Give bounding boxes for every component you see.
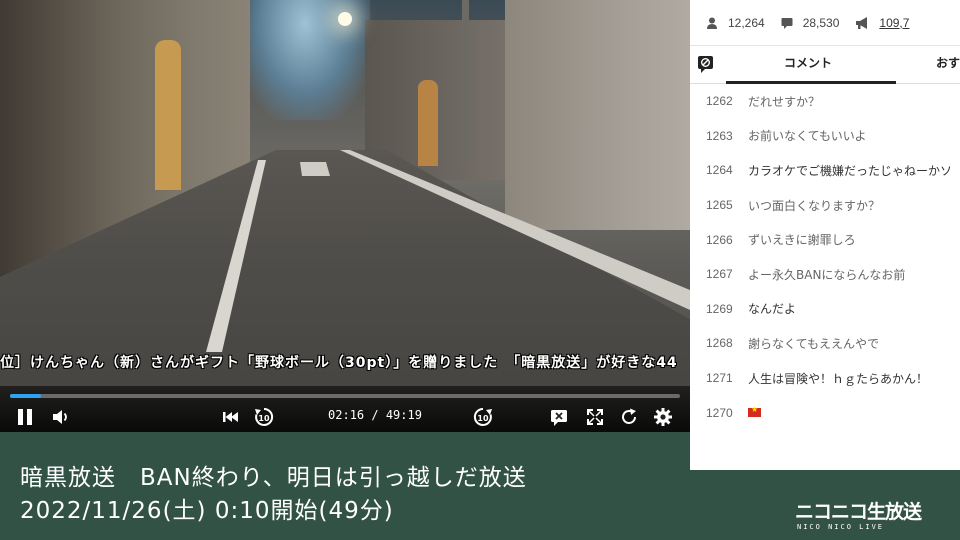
comment-count: 28,530 (781, 15, 840, 30)
niconico-live-logo: ニコニコ生放送 NICO NICO LIVE (795, 497, 935, 537)
comment-row[interactable]: 1264 カラオケでご機嫌だったじゃねーかソ (690, 153, 960, 188)
comment-number: 1262 (706, 94, 733, 109)
comment-number: 1264 (706, 163, 733, 178)
broadcast-title: 暗黒放送 BAN終わり、明日は引っ越しだ放送 (20, 465, 527, 491)
comment-number: 1267 (706, 267, 733, 282)
viewer-count: 12,264 (706, 16, 765, 30)
comment-number: 1263 (706, 128, 733, 143)
logo-subtext: NICO NICO LIVE (797, 523, 885, 531)
pause-button[interactable] (14, 406, 36, 428)
comment-text: よー永久BANにならんなお前 (748, 267, 906, 282)
comment-row[interactable]: 1271 人生は冒険や！ｈｇたらあかん！ (690, 361, 960, 396)
ad-count[interactable]: 109,7 (855, 16, 909, 30)
logo-text: ニコニコ生放送 (795, 501, 922, 523)
ad-count-value[interactable]: 109,7 (879, 16, 909, 30)
comment-panel: 12,264 28,530 109,7 コメント おす 1262 だれせすか？ 12… (690, 0, 960, 470)
volume-button[interactable] (50, 406, 72, 428)
comment-number: 1270 (706, 405, 733, 420)
megaphone-icon (856, 16, 868, 29)
panel-tabs: コメント おす (690, 46, 960, 84)
comment-row[interactable]: 1267 よー永久BANにならんなお前 (690, 257, 960, 292)
comment-row[interactable]: 1266 ずいえきに謝罪しろ (690, 222, 960, 257)
skip-back-button[interactable] (219, 406, 241, 428)
reload-icon (622, 408, 636, 424)
reload-button[interactable] (618, 406, 640, 428)
comment-row[interactable]: 1263 お前いなくてもいいよ (690, 119, 960, 154)
comment-toggle-button[interactable] (548, 406, 570, 428)
tab-comment[interactable]: コメント (784, 54, 832, 71)
time-display: 02:16 / 49:19 (328, 408, 422, 422)
volume-icon (53, 410, 67, 424)
comment-number: 1269 (706, 301, 733, 316)
comment-text: 謝らなくてもええんやで (748, 336, 880, 351)
seek-bar[interactable] (10, 394, 680, 398)
forward-10-button[interactable]: 10 (472, 406, 494, 428)
pause-icon (18, 409, 32, 425)
svg-text:10: 10 (258, 414, 270, 423)
viewer-count-value: 12,264 (728, 15, 765, 30)
fullscreen-button[interactable] (584, 406, 606, 428)
settings-icon (654, 408, 672, 426)
comment-text: いつ面白くなりますか？ (748, 198, 881, 213)
comment-number: 1271 (706, 371, 733, 386)
player-controls: 10 02:16 / 49:19 10 (0, 386, 690, 432)
stats-bar: 12,264 28,530 109,7 (690, 0, 960, 46)
comment-icon (781, 17, 793, 29)
rewind-10-button[interactable]: 10 (253, 406, 275, 428)
comment-row[interactable]: 1262 だれせすか？ (690, 84, 960, 119)
comment-text: なんだよ (748, 302, 797, 317)
forward-10-icon: 10 (473, 407, 492, 426)
comment-row[interactable]: 1268 謝らなくてもええんやで (690, 326, 960, 361)
comment-count-value: 28,530 (802, 15, 840, 30)
comment-text: だれせすか？ (748, 94, 821, 109)
comment-text (748, 406, 761, 420)
comment-row[interactable]: 1270 (690, 395, 960, 430)
seek-bar-progress (10, 394, 41, 398)
comment-row[interactable]: 1269 なんだよ (690, 292, 960, 327)
vietnam-flag-icon (748, 406, 761, 417)
skip-back-icon (223, 412, 238, 422)
comment-panel-overflow (690, 432, 960, 470)
comment-number: 1265 (706, 198, 733, 213)
gift-ticker: 位］けんちゃん（新）さんがギフト「野球ボール（30pt）」を贈りました 「暗黒放… (0, 355, 678, 371)
comment-number: 1266 (706, 232, 733, 247)
video-player[interactable]: 位］けんちゃん（新）さんがギフト「野球ボール（30pt）」を贈りました 「暗黒放… (0, 0, 690, 432)
comment-row[interactable]: 1265 いつ面白くなりますか？ (690, 188, 960, 223)
comment-filter-icon[interactable] (696, 54, 716, 74)
svg-text:10: 10 (477, 414, 489, 423)
tab-recommend[interactable]: おす (936, 54, 960, 71)
comment-text: ずいえきに謝罪しろ (748, 233, 856, 248)
comment-list[interactable]: 1262 だれせすか？ 1263 お前いなくてもいいよ 1264 カラオケでご機嫌だったじ… (690, 84, 960, 465)
comment-number: 1268 (706, 336, 733, 351)
settings-button[interactable] (652, 406, 674, 428)
comment-text: カラオケでご機嫌だったじゃねーかソ (748, 163, 953, 178)
viewer-icon (707, 17, 717, 29)
comment-text: 人生は冒険や！ｈｇたらあかん！ (748, 371, 929, 386)
comment-toggle-icon (551, 410, 567, 426)
rewind-10-icon: 10 (255, 407, 274, 426)
comment-text: お前いなくてもいいよ (748, 129, 867, 144)
fullscreen-icon (587, 409, 603, 425)
broadcast-date: 2022/11/26(土) 0:10開始(49分) (20, 498, 394, 524)
